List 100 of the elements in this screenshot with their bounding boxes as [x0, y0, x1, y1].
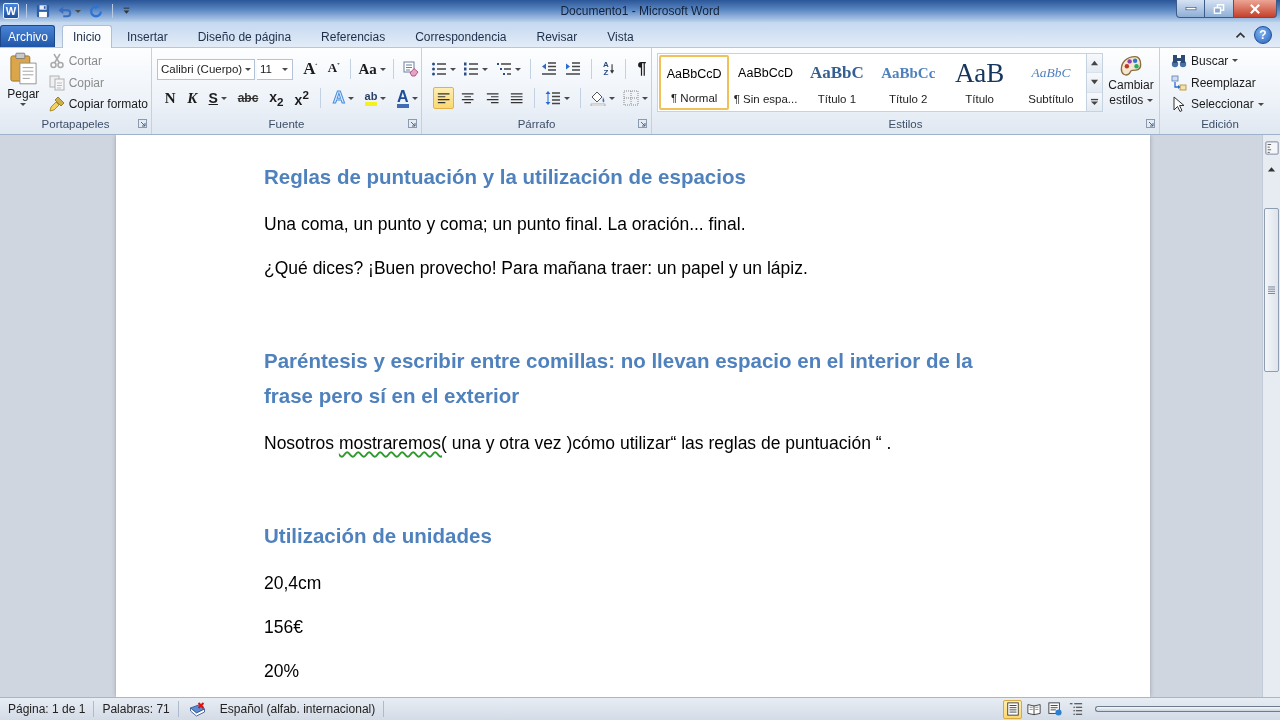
- file-tab[interactable]: Archivo: [0, 25, 55, 47]
- up-triangle-icon: [1090, 59, 1100, 68]
- subscript-button[interactable]: x$_{2}$: [265, 87, 288, 109]
- caret-icon: [1146, 99, 1153, 103]
- font-size-field[interactable]: 11: [257, 58, 294, 80]
- numbered-list-icon: [463, 61, 480, 77]
- ribbon-tab[interactable]: Inicio: [62, 25, 112, 48]
- find-button[interactable]: Buscar: [1168, 50, 1280, 72]
- paintbrush-icon: [48, 96, 65, 113]
- clear-formatting-button[interactable]: [400, 58, 421, 80]
- multilevel-list-icon: [495, 61, 512, 77]
- undo-arrow-icon: [58, 4, 72, 18]
- scroll-thumb[interactable]: [1264, 208, 1279, 372]
- dotted-grid-icon: [623, 90, 640, 106]
- document-heading: Utilización de unidades: [264, 523, 493, 549]
- superscript-button[interactable]: x$^{2}$: [291, 87, 313, 109]
- ribbon-tab[interactable]: Referencias: [306, 25, 401, 47]
- justify-icon: [510, 91, 524, 105]
- indent-icon: [565, 61, 582, 77]
- grow-font-button[interactable]: A: [299, 58, 322, 80]
- format-painter-button[interactable]: Copiar formato: [45, 93, 151, 115]
- caret-icon: [514, 67, 521, 71]
- outdent-icon: [540, 61, 557, 77]
- style-option[interactable]: AaBbC Subtítulo: [1015, 55, 1087, 110]
- caret-icon: [450, 67, 457, 71]
- replace-icon: [1171, 74, 1187, 91]
- align-center-icon: [461, 91, 475, 105]
- restore-button[interactable]: [1205, 0, 1234, 18]
- palette-icon: [1120, 55, 1142, 76]
- caret-icon: [380, 96, 387, 100]
- line-spacing-icon: [544, 90, 561, 106]
- ribbon-tab[interactable]: Insertar: [112, 25, 183, 47]
- page-icon: [1005, 702, 1020, 716]
- group-label: Edición: [1201, 117, 1239, 130]
- style-option[interactable]: AaBbCcD ¶ Normal: [659, 55, 730, 110]
- caret-icon: [563, 96, 570, 100]
- app-logo[interactable]: W: [3, 3, 19, 19]
- caret-icon: [20, 103, 27, 106]
- font-color-button[interactable]: A: [393, 87, 421, 109]
- dialog-launcher-icon[interactable]: [638, 119, 647, 128]
- binoculars-icon: [1171, 52, 1187, 69]
- redo-button[interactable]: [87, 2, 105, 20]
- web-page-icon: [1047, 702, 1062, 716]
- web-layout-button[interactable]: [1045, 699, 1064, 719]
- caret-icon: [1232, 59, 1239, 63]
- minimize-button[interactable]: [1176, 0, 1205, 18]
- caret-icon: [282, 67, 289, 71]
- page-count-text: Página: 1 de 1: [7, 702, 87, 716]
- open-book-icon: [1026, 702, 1041, 716]
- style-option[interactable]: AaBbC Título 1: [801, 55, 873, 110]
- group-label: Párrafo: [517, 117, 556, 130]
- style-option[interactable]: AaB Título: [944, 55, 1015, 110]
- ribbon-tab[interactable]: Diseño de página: [182, 25, 307, 47]
- dialog-launcher-icon[interactable]: [408, 119, 417, 128]
- close-icon: [1249, 3, 1261, 14]
- ribbon-tab[interactable]: Correspondencia: [400, 25, 522, 47]
- show-marks-button[interactable]: ¶: [633, 58, 651, 80]
- highlight-button[interactable]: ab: [361, 87, 390, 109]
- strikethrough-button[interactable]: abc: [234, 87, 262, 109]
- word-count-text: Palabras: 71: [101, 702, 171, 716]
- ribbon-tab[interactable]: Vista: [592, 25, 649, 47]
- ruler-icon: [1264, 141, 1279, 155]
- dialog-launcher-icon[interactable]: [1146, 119, 1155, 128]
- zoom-slider-track[interactable]: [1095, 706, 1280, 712]
- paragraph-text: 156€: [264, 616, 304, 639]
- book-error-icon[interactable]: [188, 701, 206, 717]
- caret-up-icon: [315, 62, 318, 66]
- align-left-button[interactable]: [433, 87, 455, 109]
- select-button[interactable]: Seleccionar: [1168, 93, 1280, 115]
- ruler-toggle-button[interactable]: [1263, 139, 1280, 157]
- caret-down-icon: [337, 62, 341, 66]
- bold-button[interactable]: N: [161, 87, 180, 109]
- eraser-icon: [402, 61, 419, 77]
- gallery-down-button[interactable]: [1087, 73, 1103, 93]
- more-icon: [1090, 97, 1100, 106]
- style-option[interactable]: AaBbCc Título 2: [873, 55, 944, 110]
- cursor-icon: [1171, 96, 1187, 113]
- shrink-font-button[interactable]: A: [323, 58, 345, 80]
- style-option[interactable]: AaBbCcD ¶ Sin espa...: [730, 55, 801, 110]
- outline-icon: [1068, 702, 1083, 716]
- font-name-field[interactable]: Calibri (Cuerpo): [157, 58, 255, 80]
- replace-button[interactable]: Reemplazar: [1168, 71, 1280, 94]
- ribbon-tab[interactable]: Revisar: [521, 25, 593, 47]
- underline-button[interactable]: S: [205, 87, 231, 109]
- dialog-launcher-icon[interactable]: [138, 119, 147, 128]
- print-layout-button[interactable]: [1003, 699, 1022, 719]
- save-button[interactable]: [34, 2, 52, 20]
- italic-button[interactable]: K: [183, 87, 202, 109]
- change-styles-button[interactable]: Cambiar estilos: [1106, 53, 1156, 115]
- paragraph-text: ¿Qué dices? ¡Buen provecho! Para mañana traer: un papel y un lápiz.: [264, 257, 809, 280]
- paste-button[interactable]: Pegar: [4, 50, 43, 115]
- sort-button[interactable]: A Z: [599, 58, 618, 80]
- change-case-button[interactable]: Aa: [357, 58, 388, 80]
- group-label: Portapapeles: [41, 117, 110, 130]
- align-left-icon: [437, 91, 451, 105]
- paragraph-text: Una coma, un punto y coma; un punto final. La oración... final.: [264, 213, 747, 236]
- gallery-up-button[interactable]: [1087, 54, 1103, 74]
- language-text[interactable]: Español (alfab. internacional): [205, 702, 384, 716]
- close-button[interactable]: [1234, 0, 1277, 18]
- circular-arrow-icon: [89, 4, 103, 18]
